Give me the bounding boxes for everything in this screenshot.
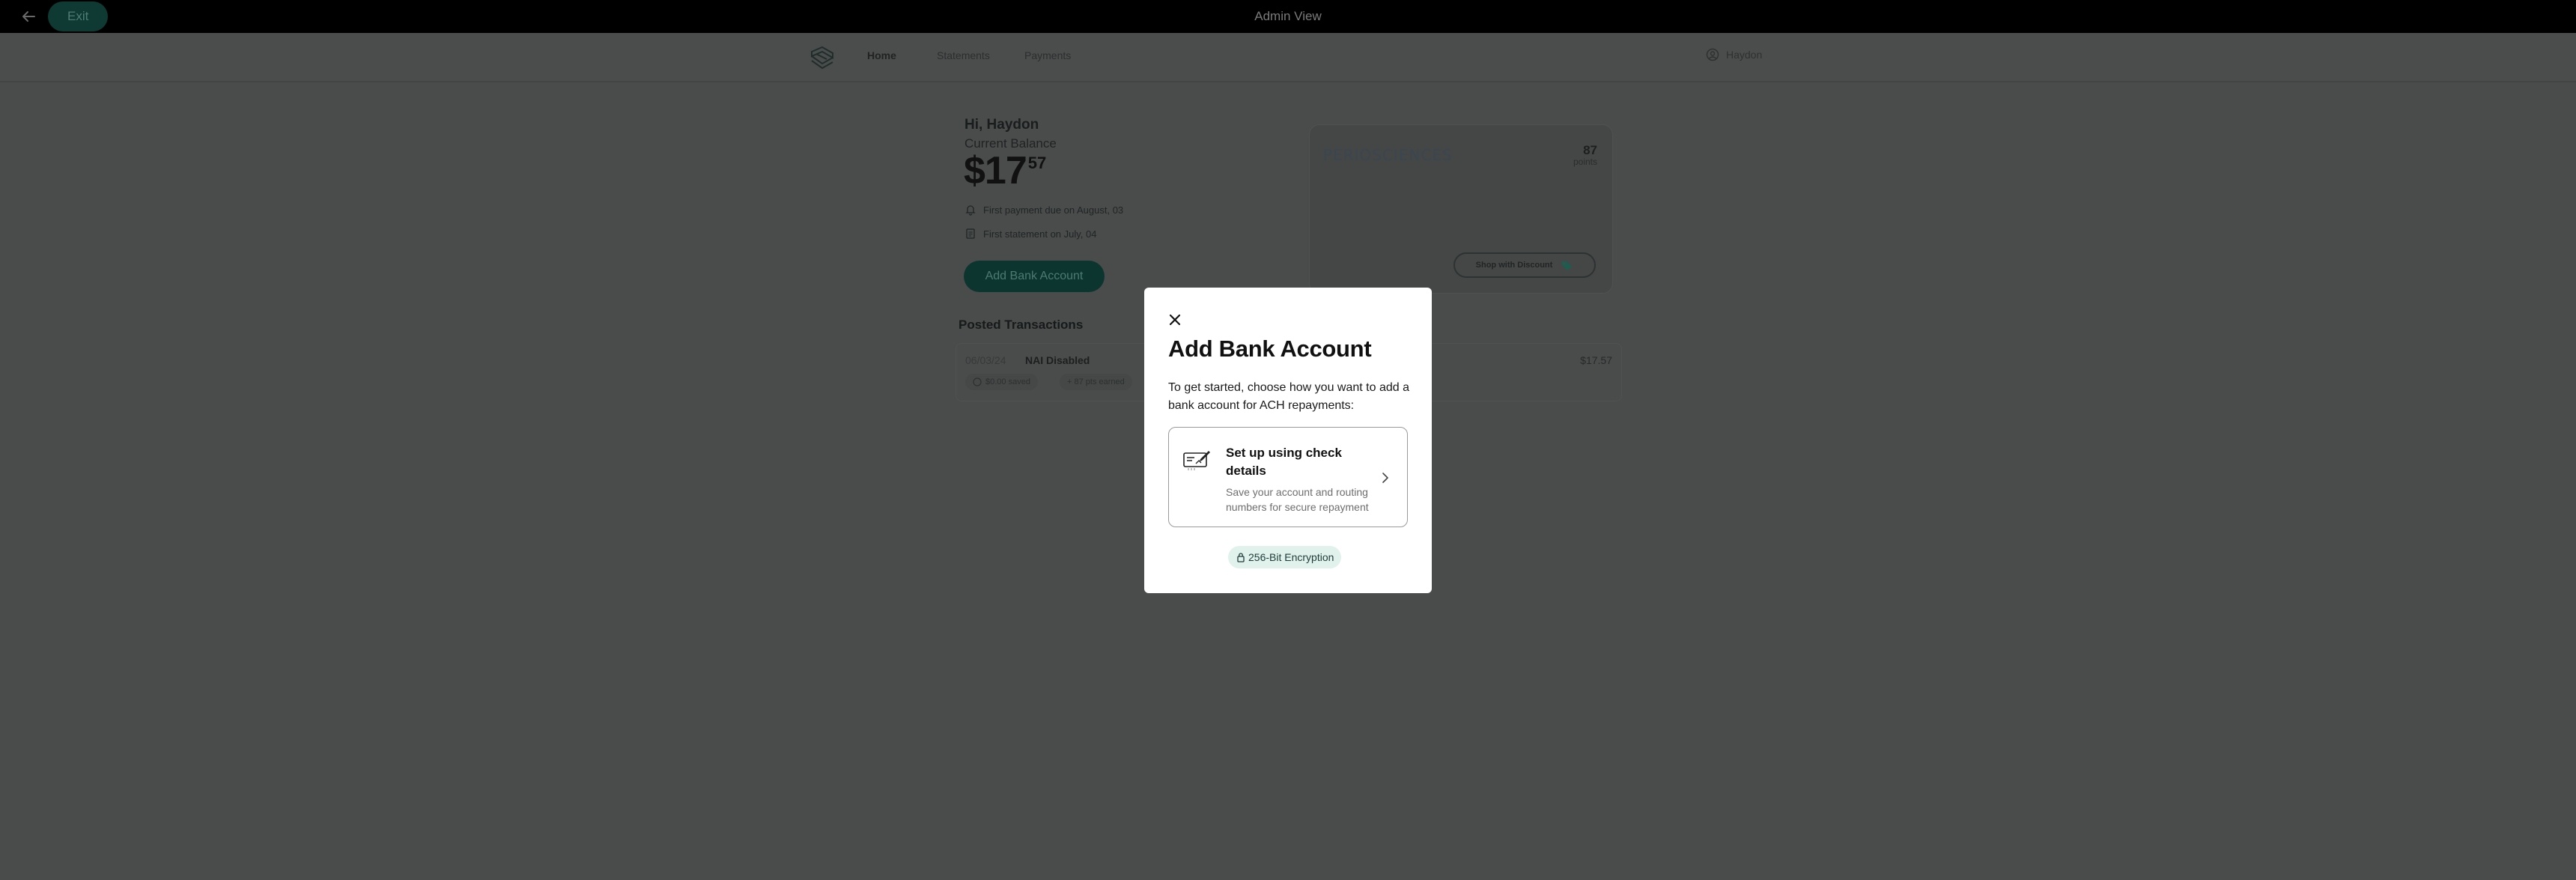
points-value: 87 [1583, 143, 1597, 157]
encryption-text: 256-Bit Encryption [1248, 551, 1334, 563]
user-icon [1706, 48, 1719, 61]
admin-bar: Exit Admin View [0, 0, 2576, 33]
earned-text: + 87 pts earned [1067, 377, 1125, 386]
balance-cents: 57 [1027, 154, 1047, 172]
close-icon[interactable] [1167, 312, 1183, 328]
greeting: Hi, Haydon [965, 117, 1039, 133]
payment-due-row: First payment due on August, 03 [965, 204, 1123, 216]
lock-icon [1237, 553, 1245, 562]
check-details-option[interactable]: Set up using check details Save your acc… [1168, 427, 1408, 527]
top-nav: Home Statements Payments Haydon [0, 33, 2576, 82]
check-icon [1183, 451, 1210, 470]
modal-description: To get started, choose how you want to a… [1168, 381, 1409, 412]
option-title: Set up using check details [1226, 446, 1342, 478]
tab-payments[interactable]: Payments [1024, 49, 1071, 61]
modal-title: Add Bank Account [1168, 336, 1372, 362]
saved-text: $0.00 saved [985, 377, 1030, 386]
payment-due-text: First payment due on August, 03 [983, 204, 1124, 216]
user-name: Haydon [1726, 49, 1763, 61]
bell-icon [965, 205, 976, 216]
transaction-date: 06/03/24 [965, 354, 1006, 366]
shop-with-discount-button[interactable]: Shop with Discount [1453, 252, 1596, 278]
tab-home[interactable]: Home [867, 49, 896, 61]
saved-chip: $0.00 saved [965, 374, 1038, 390]
merchant-brand: PERIOSCIENCES [1323, 146, 1453, 164]
balance-amount: $17 57 [964, 150, 1046, 192]
statement-row: First statement on July, 04 [965, 228, 1097, 240]
document-icon [966, 228, 975, 239]
shop-label: Shop with Discount [1475, 261, 1553, 270]
balance-dollars: $17 [964, 149, 1027, 192]
user-menu[interactable]: Haydon [1706, 48, 1762, 61]
earned-chip: + 87 pts earned [1060, 374, 1132, 390]
rewards-card: PERIOSCIENCES 87 points Shop with Discou… [1309, 124, 1613, 294]
posted-transactions-title: Posted Transactions [959, 318, 1084, 332]
coin-icon [973, 377, 982, 386]
transaction-amount: $17.57 [1580, 354, 1612, 366]
transaction-name: NAI Disabled [1025, 354, 1090, 366]
statement-text: First statement on July, 04 [983, 228, 1097, 240]
tag-icon [1561, 261, 1573, 270]
chevron-right-icon [1382, 473, 1388, 483]
add-bank-account-modal: Add Bank Account To get started, choose … [1144, 288, 1432, 593]
admin-view-title: Admin View [1254, 9, 1322, 23]
tab-statements[interactable]: Statements [937, 49, 990, 61]
option-description: Save your account and routing numbers fo… [1226, 486, 1369, 513]
add-bank-account-button[interactable]: Add Bank Account [964, 261, 1105, 292]
encryption-badge: 256-Bit Encryption [1228, 546, 1342, 568]
points-label: points [1573, 157, 1597, 167]
logo-icon[interactable] [809, 44, 836, 71]
